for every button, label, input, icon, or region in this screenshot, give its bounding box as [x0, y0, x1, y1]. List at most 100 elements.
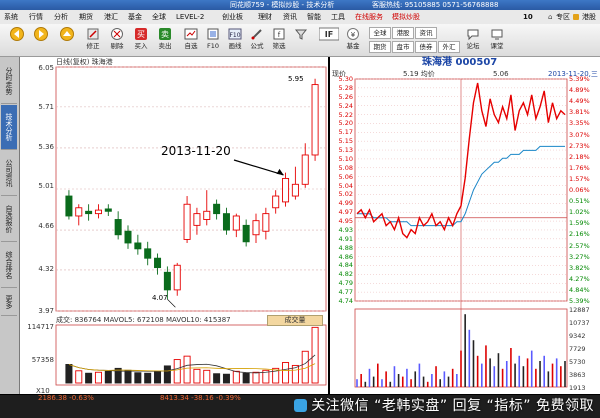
menu-item-news[interactable]: 资讯: [283, 10, 297, 24]
y-label: 5.71: [38, 103, 54, 111]
f10-icon: F10: [228, 28, 242, 40]
price-tick-label: 5.30: [338, 75, 353, 83]
tab-technical[interactable]: 技术分析: [1, 105, 17, 150]
news-button[interactable]: 资讯: [415, 27, 437, 39]
percent-tick-label: 2.18%: [569, 152, 590, 161]
candle-body: [213, 203, 221, 215]
menu-item-smart[interactable]: 智能: [307, 10, 321, 24]
hk-button[interactable]: 港股: [392, 27, 414, 39]
volume-bar: [173, 359, 181, 384]
tab-company-news[interactable]: 公司资讯: [1, 151, 17, 196]
price-tick-label: 5.20: [338, 119, 353, 128]
y-label: 3.97: [38, 307, 54, 315]
price-tick-label: 5.06: [338, 172, 353, 181]
draw-line-button[interactable]: 公式: [246, 27, 268, 54]
zone-link[interactable]: 专区: [556, 10, 570, 24]
avg-price-label: 5.19 均价: [403, 70, 435, 78]
status-bar: 2186.38 -0.63% 8413.34 -38.16 -0.39% 关注微…: [0, 394, 600, 418]
menu-number: 10: [523, 13, 533, 21]
menu-item-quotes[interactable]: 行情: [29, 10, 43, 24]
menu-item-gem[interactable]: 创业板: [222, 10, 243, 24]
filter-button[interactable]: [290, 27, 312, 54]
menu-item-fund[interactable]: 基金: [128, 10, 142, 24]
percent-tick-label: 4.89%: [569, 86, 590, 95]
price-tick-label: 5.26: [338, 92, 353, 101]
candle-body: [242, 224, 250, 243]
volume-bar: [242, 372, 250, 384]
svg-text:卖: 卖: [161, 30, 169, 39]
candle-body: [94, 209, 102, 215]
tab-ranking[interactable]: 综合排名: [1, 243, 17, 288]
menu-item-tools[interactable]: 工具: [331, 10, 345, 24]
fund-button[interactable]: ¥ 基金: [342, 27, 364, 54]
percent-tick-label: 1.57%: [569, 174, 590, 183]
menu-item-global[interactable]: 全球: [152, 10, 166, 24]
volume-bar: [222, 373, 230, 384]
menu-item-futures[interactable]: 期货: [79, 10, 93, 24]
percent-tick-label: 1.59%: [569, 219, 590, 228]
remove-button[interactable]: 剔除: [106, 27, 128, 54]
watchlist-button[interactable]: F10: [202, 27, 224, 54]
svg-text:F10: F10: [229, 32, 240, 39]
forward-button[interactable]: [30, 27, 52, 54]
tab-more[interactable]: 更多: [1, 289, 17, 316]
right-index-ticker: 8413.34 -38.16 -0.39%: [160, 394, 241, 402]
hotline-text: 客服热线: 95105885 0571-56768888: [372, 1, 499, 9]
home-icon[interactable]: ⌂: [548, 10, 552, 24]
zoom-button[interactable]: 自选: [180, 27, 202, 54]
price-tick-label: 5.04: [338, 181, 353, 190]
percent-tick-label: 4.84%: [569, 285, 590, 294]
menu-item-finance[interactable]: 理财: [258, 10, 272, 24]
candle-body: [163, 271, 171, 291]
candle-body: [232, 215, 240, 231]
forum-button[interactable]: 论坛: [462, 27, 484, 54]
intraday-panel[interactable]: 珠海港 000507 现价 5.19 均价 5.06 2013-11-20,三 …: [330, 57, 600, 394]
volume-bar: [134, 372, 142, 384]
percent-tick-label: 3.81%: [569, 108, 590, 117]
fix-button[interactable]: 修正: [82, 27, 104, 54]
candle-body: [291, 183, 299, 197]
menu-item-sim-trading[interactable]: 模拟炒股: [392, 10, 420, 24]
menu-item-analysis[interactable]: 分析: [54, 10, 68, 24]
sell-button[interactable]: 卖 卖出: [154, 27, 176, 54]
kline-header: 日线(复权) 珠海港: [56, 58, 113, 66]
formula-button[interactable]: f 筛选: [268, 27, 290, 54]
market-button[interactable]: 盘市: [392, 41, 414, 53]
volume-bar: [252, 371, 260, 384]
if-button[interactable]: IF: [318, 27, 340, 54]
forex-button[interactable]: 外汇: [438, 41, 460, 53]
price-tick-label: 4.91: [338, 234, 353, 243]
app-title: 同花顺759 - 模拟炒股 - 技术分析: [230, 1, 335, 9]
percent-tick-label: 3.35%: [569, 119, 590, 128]
percent-tick-label: 4.49%: [569, 97, 590, 106]
classroom-button[interactable]: 课堂: [486, 27, 508, 54]
tab-watchlist[interactable]: 自选报价: [1, 197, 17, 242]
bond-button[interactable]: 债券: [415, 41, 437, 53]
global-button[interactable]: 全球: [369, 27, 391, 39]
price-tick-label: 4.82: [338, 270, 353, 279]
candle-body: [114, 219, 122, 236]
volume-tab[interactable]: 成交量: [267, 315, 323, 326]
tab-intraday[interactable]: 分时走势: [1, 59, 17, 104]
volume-tick-label: 3863: [569, 371, 586, 379]
kline-panel[interactable]: 日线(复权) 珠海港 2013-11-20 5.95 4.07 6.05 5.7…: [20, 57, 328, 395]
up-arrow-icon: [60, 27, 74, 41]
menu-item-level2[interactable]: LEVEL-2: [176, 10, 204, 24]
candle-body: [282, 177, 290, 203]
price-tick-label: 4.93: [338, 225, 353, 234]
volume-bar: [94, 371, 102, 384]
volume-bar: [203, 369, 211, 384]
if-icon: IF: [319, 27, 339, 41]
f10-button[interactable]: F10 画线: [224, 27, 246, 54]
up-button[interactable]: [56, 27, 78, 54]
volume-tick-label: 10737: [569, 319, 590, 327]
buy-button[interactable]: 买 买入: [130, 27, 152, 54]
menu-item-system[interactable]: 系统: [4, 10, 18, 24]
menu-item-hk[interactable]: 港汇: [104, 10, 118, 24]
candle-body: [203, 210, 211, 220]
hk-link[interactable]: 港股: [582, 10, 596, 24]
menu-item-online-service[interactable]: 在线服务: [355, 10, 383, 24]
volume-bar: [75, 370, 83, 384]
futures-button[interactable]: 期货: [369, 41, 391, 53]
back-button[interactable]: [6, 27, 28, 54]
